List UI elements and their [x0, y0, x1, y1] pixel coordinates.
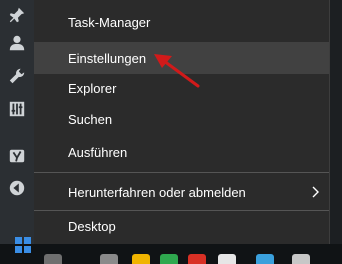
screen: Task-Manager Einstellungen Explorer Such… — [0, 0, 342, 264]
taskbar-app-icon[interactable] — [292, 254, 310, 264]
background-window — [330, 0, 342, 264]
menu-item-label: Suchen — [68, 111, 113, 127]
back-circle-icon[interactable] — [7, 178, 27, 198]
wrench-icon[interactable] — [7, 66, 27, 86]
winx-context-menu: Task-Manager Einstellungen Explorer Such… — [34, 0, 330, 246]
menu-item-settings[interactable]: Einstellungen — [34, 42, 329, 74]
chevron-right-icon — [309, 185, 323, 199]
menu-item-label: Einstellungen — [68, 50, 147, 66]
user-icon[interactable] — [7, 33, 27, 53]
taskbar-app-icon[interactable] — [256, 254, 274, 264]
taskbar-app-icon[interactable] — [188, 254, 206, 264]
menu-item-label: Herunterfahren oder abmelden — [68, 184, 246, 200]
taskbar-app-icon[interactable] — [100, 254, 118, 264]
menu-item-label: Ausführen — [68, 144, 128, 160]
taskbar-app-icon[interactable] — [44, 254, 62, 264]
menu-item-explorer[interactable]: Explorer — [34, 72, 329, 104]
menu-item-search[interactable]: Suchen — [34, 103, 329, 135]
menu-item-desktop[interactable]: Desktop — [34, 210, 329, 242]
menu-item-run[interactable]: Ausführen — [34, 136, 329, 168]
taskbar-app-icon[interactable] — [132, 254, 150, 264]
menu-item-task-manager[interactable]: Task-Manager — [34, 6, 329, 38]
left-sidebar — [0, 0, 34, 264]
menu-item-label: Desktop — [68, 218, 116, 234]
sliders-icon[interactable] — [7, 99, 27, 119]
menu-item-label: Explorer — [68, 80, 117, 96]
taskbar-app-icon[interactable] — [218, 254, 236, 264]
pin-icon[interactable] — [7, 5, 27, 25]
menu-item-label: Task-Manager — [68, 14, 151, 30]
menu-item-shutdown-or-signout[interactable]: Herunterfahren oder abmelden — [34, 176, 329, 208]
taskbar-app-icon[interactable] — [160, 254, 178, 264]
yoast-icon[interactable] — [7, 146, 27, 166]
menu-separator — [34, 172, 329, 173]
windows-start-icon[interactable] — [14, 236, 32, 254]
